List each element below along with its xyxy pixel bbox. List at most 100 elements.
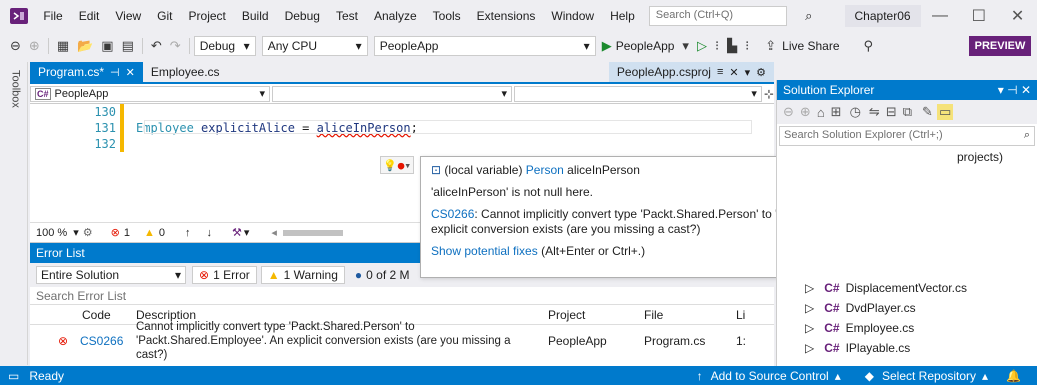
list-item[interactable]: ▷ C# Employee.cs (777, 318, 1027, 338)
menu-test[interactable]: Test (328, 9, 366, 23)
new-project-icon[interactable]: ▦ (53, 38, 73, 54)
close-tab-icon[interactable]: ✕ (126, 66, 135, 79)
error-list-search-input[interactable]: Search Error List (30, 287, 774, 305)
startup-project-select[interactable]: PeopleApp ▾ (373, 36, 596, 56)
menu-edit[interactable]: Edit (71, 9, 108, 23)
tab-employee-cs[interactable]: Employee.cs (143, 62, 228, 82)
toolbox-label[interactable]: Toolbox (6, 70, 22, 108)
hot-reload-icon[interactable]: ⁝ (711, 38, 723, 54)
column-header-file[interactable]: File (638, 308, 730, 322)
preview-selected-icon[interactable]: ▭ (936, 104, 954, 120)
home-icon[interactable]: ⌂ (817, 105, 825, 120)
forward-icon[interactable]: ⊕ (25, 38, 44, 54)
live-share-icon[interactable]: ⇪ (761, 38, 780, 54)
menu-git[interactable]: Git (149, 9, 180, 23)
global-search-input[interactable]: Search (Ctrl+Q) (648, 6, 787, 26)
switch-views-icon[interactable]: ⊞ (831, 104, 842, 120)
run-target-button[interactable]: PeopleApp (616, 39, 675, 53)
error-icon[interactable]: ⊗ (111, 226, 120, 239)
forward-icon[interactable]: ⊕ (800, 104, 811, 120)
back-icon[interactable]: ⊖ (783, 104, 794, 120)
panel-controls[interactable]: ▾ ⊣ ✕ (998, 83, 1031, 97)
list-item[interactable]: ▷ C# IPlayable.cs (777, 338, 1027, 358)
scroll-left-icon[interactable]: ◂ (271, 226, 277, 239)
tab-list-icon[interactable]: ▾ (745, 66, 751, 79)
save-all-icon[interactable]: ▤ (118, 38, 138, 54)
health-icon[interactable]: ⚙ (83, 226, 93, 239)
error-code-link[interactable]: CS0266 (74, 334, 130, 348)
preview-badge[interactable]: PREVIEW (969, 36, 1031, 56)
list-item[interactable]: ▷ C# DvdPlayer.cs (777, 298, 1027, 318)
config-select[interactable]: Debug ▾ (193, 36, 256, 56)
menu-tools[interactable]: Tools (425, 9, 469, 23)
platform-select[interactable]: Any CPU ▾ (261, 36, 368, 56)
solution-explorer-search-input[interactable]: Search Solution Explorer (Ctrl+;) ⌕ (779, 126, 1035, 146)
pending-changes-icon[interactable]: ◷ (850, 104, 861, 120)
diagnostics-icon[interactable]: ▙ (723, 38, 741, 54)
solution-explorer-title-bar[interactable]: Solution Explorer ▾ ⊣ ✕ (777, 80, 1037, 100)
select-repository-button[interactable]: Select Repository (882, 369, 976, 383)
show-all-files-icon[interactable]: ⧉ (903, 104, 912, 120)
minimize-icon[interactable]: — (921, 7, 960, 25)
menu-build[interactable]: Build (234, 9, 277, 23)
redo-icon[interactable]: ↷ (166, 38, 185, 54)
feedback-icon[interactable]: ⚲ (860, 38, 878, 54)
diagnostic-code-link[interactable]: CS0266 (431, 207, 474, 221)
settings-gear-icon[interactable]: ⚙ (756, 66, 766, 79)
member-nav-dropdown[interactable]: ▾ (513, 85, 762, 102)
back-icon[interactable]: ⊖ (6, 38, 25, 54)
search-icon[interactable]: ⌕ (801, 8, 817, 24)
quick-actions-lightbulb-icon[interactable]: 💡 ● ▾ (380, 156, 414, 174)
column-header-code[interactable]: Code (30, 308, 130, 322)
overflow-icon[interactable]: ⁝ (741, 38, 753, 54)
properties-icon[interactable]: ✎ (922, 104, 933, 120)
chevron-up-icon[interactable]: ▴ (982, 369, 988, 383)
expand-icon[interactable]: ▷ (805, 301, 814, 315)
collapse-all-icon[interactable]: ⊟ (886, 104, 897, 120)
menu-help[interactable]: Help (602, 9, 643, 23)
errors-filter-button[interactable]: ⊗ 1 Error (192, 266, 257, 284)
maximize-icon[interactable]: ☐ (959, 6, 998, 26)
save-icon[interactable]: ▣ (97, 38, 117, 54)
output-window-icon[interactable]: ▭ (8, 369, 19, 383)
prev-issue-icon[interactable]: ↑ (185, 227, 191, 239)
pin-icon[interactable]: ≡ (717, 66, 723, 78)
menu-extensions[interactable]: Extensions (469, 9, 544, 23)
start-without-debugging-icon[interactable]: ▷ (693, 38, 711, 54)
add-to-source-control-button[interactable]: Add to Source Control (711, 369, 829, 383)
cleanup-icon[interactable]: ⚒ (232, 226, 242, 239)
chevron-down-icon[interactable]: ▾ (73, 226, 79, 239)
tab-peopleapp-csproj[interactable]: PeopleApp.csproj ≡ ✕ ▾ ⚙ (608, 62, 774, 82)
menu-window[interactable]: Window (543, 9, 602, 23)
close-tab-icon[interactable]: ✕ (729, 66, 738, 79)
list-item[interactable]: ▷ C# DisplacementVector.cs (777, 278, 1027, 298)
chevron-down-icon[interactable]: ▾ (244, 226, 250, 239)
menu-file[interactable]: File (35, 9, 70, 23)
messages-filter-button[interactable]: ● 0 of 2 M (349, 266, 416, 284)
split-editor-icon[interactable]: ⊹ (764, 87, 774, 101)
warnings-filter-button[interactable]: ▲ 1 Warning (260, 266, 345, 284)
toolbox-strip[interactable]: Toolbox (0, 62, 28, 365)
error-scope-select[interactable]: Entire Solution ▾ (36, 266, 186, 284)
table-row[interactable]: ⊗ CS0266 Cannot implicitly convert type … (30, 321, 774, 361)
chevron-down-icon[interactable]: ▾ (678, 38, 693, 54)
chevron-up-icon[interactable]: ▴ (835, 369, 841, 383)
sync-icon[interactable]: ⇋ (869, 104, 880, 120)
project-nav-dropdown[interactable]: C# PeopleApp ▾ (30, 85, 270, 102)
menu-project[interactable]: Project (181, 9, 234, 23)
search-icon[interactable]: ⌕ (1024, 129, 1030, 142)
pin-icon[interactable]: ⊣ (110, 66, 120, 79)
close-icon[interactable]: ✕ (998, 6, 1037, 26)
live-share-button[interactable]: Live Share (782, 39, 839, 53)
expand-icon[interactable]: ▷ (805, 321, 814, 335)
zoom-level[interactable]: 100 % (36, 227, 67, 239)
run-icon[interactable]: ▶ (602, 38, 612, 54)
type-nav-dropdown[interactable]: ▾ (271, 85, 512, 102)
notifications-bell-icon[interactable]: 🔔 (1006, 369, 1021, 383)
undo-icon[interactable]: ↶ (147, 38, 166, 54)
tab-program-cs[interactable]: Program.cs* ⊣ ✕ (30, 62, 143, 82)
next-issue-icon[interactable]: ↓ (206, 227, 212, 239)
expand-icon[interactable]: ▷ (805, 341, 814, 355)
warning-icon[interactable]: ▲ (144, 227, 155, 239)
menu-view[interactable]: View (107, 9, 149, 23)
